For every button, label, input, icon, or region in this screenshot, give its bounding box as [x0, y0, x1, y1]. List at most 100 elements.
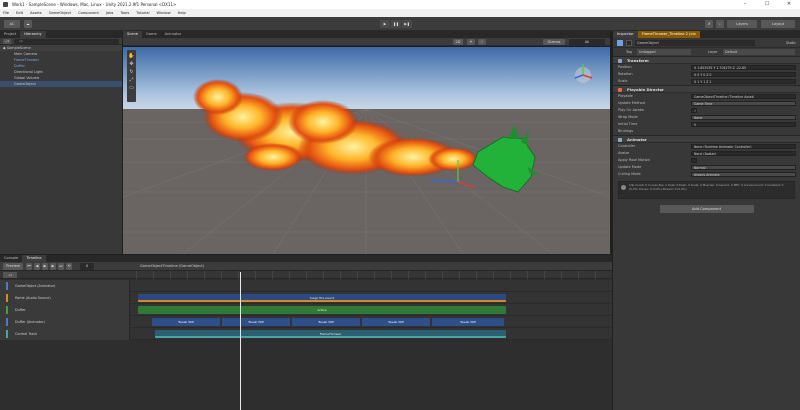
gizmos-dropdown[interactable]: Gizmos — [543, 39, 565, 45]
move-tool-icon[interactable]: ✥ — [127, 60, 136, 68]
scene-toolbar: 2D ☀ ♪ Gizmos All — [123, 38, 610, 46]
animator-row: Avatar None (Avatar) — [613, 150, 800, 157]
maximize-button[interactable]: ☐ — [756, 0, 778, 9]
layout-dropdown[interactable]: Layout — [761, 20, 795, 28]
layer-dropdown[interactable]: Default — [723, 49, 795, 55]
2d-toggle[interactable]: 2D — [453, 39, 463, 45]
timeline-play-icon[interactable]: ▶ — [42, 263, 48, 270]
menu-jobs[interactable]: Jobs — [106, 9, 113, 17]
search-icon[interactable]: ⌕ — [716, 20, 724, 28]
window-title: Work1 - SampleScene - Windows, Mac, Linu… — [12, 2, 177, 7]
hierarchy-search-input[interactable]: All — [14, 39, 119, 44]
playhead[interactable] — [240, 272, 241, 410]
cloud-icon[interactable]: ☁ — [24, 20, 32, 28]
audio-clip[interactable]: fuego fire sound — [138, 294, 506, 302]
close-button[interactable]: ✕ — [778, 0, 800, 9]
menu-help[interactable]: Help — [178, 9, 186, 17]
info-icon — [621, 185, 626, 190]
menu-tutorial[interactable]: Tutorial — [136, 9, 149, 17]
playable-row: Playable GameObjectTimeline (Timeline Ass… — [613, 93, 800, 100]
bindings-foldout[interactable]: Bindings — [613, 128, 800, 135]
light-icon[interactable]: ☀ — [467, 39, 475, 45]
tag-dropdown[interactable]: Untagged — [637, 49, 691, 55]
add-component-button[interactable]: Add Component — [659, 205, 754, 213]
animator-info-box: Clip Count: 0 Curves Pos: 0 Quat: 0 Eule… — [618, 181, 795, 199]
timeline-toolbar: Preview ⏮ ◀ ▶ ▶ ⏭ ⟲ 0 GameObjectTimeline… — [0, 262, 612, 271]
tab-console[interactable]: Console — [0, 255, 22, 262]
play-button[interactable]: ▶ — [380, 20, 390, 28]
loop-icon[interactable]: ⟲ — [66, 263, 72, 270]
menu-tools[interactable]: Tools — [120, 9, 129, 17]
tab-inspector[interactable]: Inspector — [613, 31, 638, 38]
inspector-panel: Inspector FlameThrower_Timeline 2 (cla G… — [613, 31, 800, 410]
track-row[interactable]: Control Track FlameThrower — [0, 328, 612, 340]
step-button[interactable]: ▶❚ — [402, 20, 412, 28]
tab-scene[interactable]: Scene — [123, 31, 142, 38]
scene-tools: ✋ ✥ ↻ ⤢ ▭ — [127, 50, 136, 102]
animator-row: Apply Root Motion — [613, 157, 800, 164]
main-toolbar: AC ☁ ▶ ❚❚ ▶❚ ↺ ⌕ Layers Layout — [0, 17, 800, 31]
scene-search-input[interactable]: All — [569, 39, 605, 45]
menu-window[interactable]: Window — [156, 9, 170, 17]
control-clip[interactable]: FlameThrower — [155, 330, 506, 338]
layer-label: Layer — [708, 50, 718, 54]
anim-clip[interactable]: Tweak WIP — [432, 318, 504, 326]
anim-clip[interactable]: Tweak WIP — [222, 318, 290, 326]
minimize-button[interactable]: – — [734, 0, 756, 9]
track-row[interactable]: Duffer (Animator) Tweak WIP Tweak WIP Tw… — [0, 316, 612, 328]
pause-button[interactable]: ❚❚ — [391, 20, 401, 28]
hierarchy-item-selected[interactable]: GameObject — [0, 81, 122, 87]
prev-frame-icon[interactable]: ◀ — [34, 263, 40, 270]
anim-clip[interactable]: Tweak WIP — [362, 318, 430, 326]
hand-tool-icon[interactable]: ✋ — [127, 52, 136, 60]
create-button[interactable]: +▾ — [3, 39, 11, 44]
playable-director-icon — [618, 88, 622, 92]
menu-gameobject[interactable]: GameObject — [49, 9, 71, 17]
tab-game[interactable]: Game — [142, 31, 161, 38]
next-frame-icon[interactable]: ▶ — [50, 263, 56, 270]
timeline-asset-tab[interactable]: FlameThrower_Timeline 2 (cla — [637, 31, 700, 38]
animator-header[interactable]: Animator — [613, 135, 800, 143]
static-toggle[interactable]: Static — [786, 40, 796, 46]
menu-file[interactable]: File — [3, 9, 9, 17]
hierarchy-panel: Project Hierarchy +▾ All ◆ SampleScene M… — [0, 31, 122, 254]
menu-edit[interactable]: Edit — [16, 9, 23, 17]
menu-bar: File Edit Assets GameObject Component Jo… — [0, 9, 800, 17]
animator-icon — [618, 138, 622, 142]
playable-director-header[interactable]: Playable Director — [613, 85, 800, 93]
rect-tool-icon[interactable]: ▭ — [127, 84, 136, 92]
activation-clip[interactable]: Active — [138, 306, 506, 314]
tab-project[interactable]: Project — [0, 31, 20, 38]
timeline-breadcrumb[interactable]: GameObjectTimeline (GameObject) — [140, 262, 204, 271]
timeline-header: +▾ — [0, 271, 612, 279]
active-checkbox[interactable] — [626, 40, 632, 46]
scene-viewport[interactable] — [123, 47, 610, 254]
account-button[interactable]: AC — [4, 20, 20, 28]
frame-field[interactable]: 0 — [80, 263, 94, 270]
history-icon[interactable]: ↺ — [705, 20, 713, 28]
control-track-icon — [6, 330, 8, 338]
track-row[interactable]: GameObject (Animator) — [0, 280, 612, 292]
tab-animator[interactable]: Animator — [161, 31, 186, 38]
activation-track-icon — [6, 306, 8, 314]
track-row[interactable]: flame (Audio Source) fuego fire sound — [0, 292, 612, 304]
anim-clip[interactable]: Tweak WIP — [292, 318, 360, 326]
add-track-button[interactable]: +▾ — [3, 272, 17, 278]
layers-dropdown[interactable]: Layers — [727, 20, 757, 28]
track-row[interactable]: Duffer Active — [0, 304, 612, 316]
menu-assets[interactable]: Assets — [30, 9, 42, 17]
rotate-tool-icon[interactable]: ↻ — [127, 68, 136, 76]
tab-hierarchy[interactable]: Hierarchy — [20, 31, 46, 38]
anim-clip[interactable]: Tweak WIP — [152, 318, 220, 326]
transform-header[interactable]: Transform — [613, 56, 800, 64]
object-name-field[interactable]: GameObject — [635, 40, 755, 46]
tab-timeline[interactable]: Timeline — [22, 255, 46, 262]
goto-end-icon[interactable]: ⏭ — [58, 263, 64, 270]
scale-tool-icon[interactable]: ⤢ — [127, 76, 136, 84]
menu-component[interactable]: Component — [78, 9, 99, 17]
audio-icon[interactable]: ♪ — [478, 39, 486, 45]
time-ruler[interactable] — [136, 271, 612, 279]
goto-start-icon[interactable]: ⏮ — [26, 263, 32, 270]
unity-logo-icon — [3, 2, 8, 7]
preview-button[interactable]: Preview — [3, 263, 23, 270]
